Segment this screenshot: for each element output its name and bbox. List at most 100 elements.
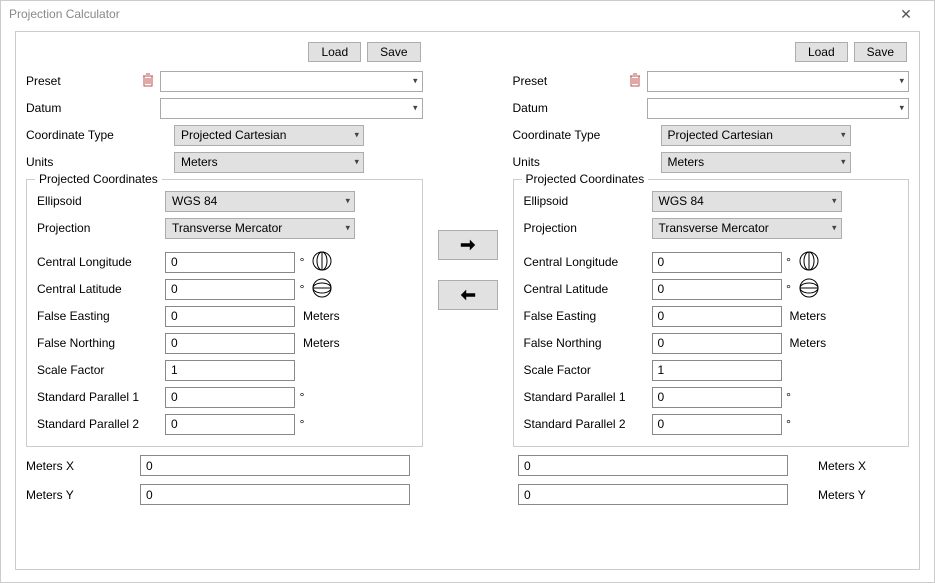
left-lat-globe-button[interactable]	[309, 278, 335, 301]
left-lon-globe-button[interactable]	[309, 251, 335, 274]
close-button[interactable]: ✕	[886, 6, 926, 23]
left-ellipsoid-label: Ellipsoid	[37, 194, 165, 208]
content-frame: Load Save Preset ▾ Datum	[15, 31, 920, 570]
right-projected-group: Projected Coordinates Ellipsoid WGS 84 ▾…	[513, 179, 910, 447]
left-clat-label: Central Latitude	[37, 282, 165, 296]
window-title: Projection Calculator	[9, 7, 886, 21]
left-preset-select[interactable]: ▾	[160, 71, 423, 92]
left-projection-select[interactable]: Transverse Mercator ▾	[165, 218, 355, 239]
chevron-down-icon: ▾	[413, 103, 418, 114]
right-fn-input[interactable]	[652, 333, 782, 354]
right-fe-unit: Meters	[782, 309, 826, 323]
trash-icon	[629, 73, 641, 87]
right-preset-label: Preset	[513, 74, 623, 88]
right-datum-select[interactable]: ▾	[647, 98, 910, 119]
right-coordtype-select[interactable]: Projected Cartesian ▾	[661, 125, 851, 146]
left-datum-select[interactable]: ▾	[160, 98, 423, 119]
right-fn-unit: Meters	[782, 336, 826, 350]
chevron-down-icon: ▾	[899, 76, 904, 87]
right-fn-label: False Northing	[524, 336, 652, 350]
right-sp2-label: Standard Parallel 2	[524, 417, 652, 431]
chevron-down-icon: ▾	[354, 157, 359, 168]
chevron-down-icon: ▾	[841, 157, 846, 168]
chevron-down-icon: ▾	[345, 223, 350, 234]
left-metersy-label: Meters Y	[26, 488, 130, 502]
right-preset-select[interactable]: ▾	[647, 71, 910, 92]
chevron-down-icon: ▾	[354, 130, 359, 141]
right-clat-input[interactable]	[652, 279, 782, 300]
right-sf-input[interactable]	[652, 360, 782, 381]
right-datum-label: Datum	[513, 101, 647, 115]
left-sp2-label: Standard Parallel 2	[37, 417, 165, 431]
left-sf-input[interactable]	[165, 360, 295, 381]
left-sp1-input[interactable]	[165, 387, 295, 408]
right-sp2-input[interactable]	[652, 414, 782, 435]
right-ellipsoid-label: Ellipsoid	[524, 194, 652, 208]
chevron-down-icon: ▾	[832, 223, 837, 234]
right-lon-globe-button[interactable]	[796, 251, 822, 274]
left-clat-input[interactable]	[165, 279, 295, 300]
chevron-down-icon: ▾	[832, 196, 837, 207]
projection-calculator-window: Projection Calculator ✕ Load Save Preset	[0, 0, 935, 583]
left-sp2-input[interactable]	[165, 414, 295, 435]
left-metersy-input[interactable]	[140, 484, 410, 505]
left-group-title: Projected Coordinates	[35, 172, 162, 186]
left-fn-input[interactable]	[165, 333, 295, 354]
right-fe-input[interactable]	[652, 306, 782, 327]
degree-symbol: °	[295, 390, 309, 404]
right-projection-label: Projection	[524, 221, 652, 235]
right-clon-label: Central Longitude	[524, 255, 652, 269]
arrow-left-icon	[459, 288, 477, 302]
left-metersx-input[interactable]	[140, 455, 410, 476]
right-load-button[interactable]: Load	[795, 42, 848, 62]
right-units-select[interactable]: Meters ▾	[661, 152, 851, 173]
left-preset-delete-button[interactable]	[136, 73, 160, 90]
right-metersy-input[interactable]	[518, 484, 788, 505]
left-units-label: Units	[26, 155, 174, 169]
left-fe-unit: Meters	[295, 309, 339, 323]
right-projection-value: Transverse Mercator	[659, 221, 769, 235]
left-clon-input[interactable]	[165, 252, 295, 273]
left-fn-label: False Northing	[37, 336, 165, 350]
right-units-label: Units	[513, 155, 661, 169]
left-ellipsoid-value: WGS 84	[172, 194, 217, 208]
left-projection-value: Transverse Mercator	[172, 221, 282, 235]
right-panel: Load Save Preset ▾ Datum	[513, 40, 910, 447]
left-save-button[interactable]: Save	[367, 42, 420, 62]
convert-left-button[interactable]	[438, 280, 498, 310]
longitude-globe-icon	[312, 251, 332, 271]
left-ellipsoid-select[interactable]: WGS 84 ▾	[165, 191, 355, 212]
left-coordtype-select[interactable]: Projected Cartesian ▾	[174, 125, 364, 146]
right-lat-globe-button[interactable]	[796, 278, 822, 301]
convert-right-button[interactable]	[438, 230, 498, 260]
right-save-button[interactable]: Save	[854, 42, 907, 62]
degree-symbol: °	[295, 282, 309, 296]
degree-symbol: °	[782, 255, 796, 269]
left-sp1-label: Standard Parallel 1	[37, 390, 165, 404]
left-sf-label: Scale Factor	[37, 363, 165, 377]
left-projected-group: Projected Coordinates Ellipsoid WGS 84 ▾…	[26, 179, 423, 447]
left-fe-label: False Easting	[37, 309, 165, 323]
right-preset-delete-button[interactable]	[623, 73, 647, 90]
left-clon-label: Central Longitude	[37, 255, 165, 269]
right-metersx-input[interactable]	[518, 455, 788, 476]
left-coordtype-label: Coordinate Type	[26, 128, 174, 142]
degree-symbol: °	[295, 417, 309, 431]
right-clon-input[interactable]	[652, 252, 782, 273]
degree-symbol: °	[782, 282, 796, 296]
right-sp1-input[interactable]	[652, 387, 782, 408]
left-coordtype-value: Projected Cartesian	[181, 128, 286, 142]
right-ellipsoid-select[interactable]: WGS 84 ▾	[652, 191, 842, 212]
left-projection-label: Projection	[37, 221, 165, 235]
chevron-down-icon: ▾	[841, 130, 846, 141]
left-fe-input[interactable]	[165, 306, 295, 327]
latitude-globe-icon	[799, 278, 819, 298]
chevron-down-icon: ▾	[345, 196, 350, 207]
left-metersx-label: Meters X	[26, 459, 130, 473]
right-coordtype-label: Coordinate Type	[513, 128, 661, 142]
left-load-button[interactable]: Load	[308, 42, 361, 62]
arrow-right-icon	[459, 238, 477, 252]
right-projection-select[interactable]: Transverse Mercator ▾	[652, 218, 842, 239]
right-units-value: Meters	[668, 155, 705, 169]
left-units-select[interactable]: Meters ▾	[174, 152, 364, 173]
